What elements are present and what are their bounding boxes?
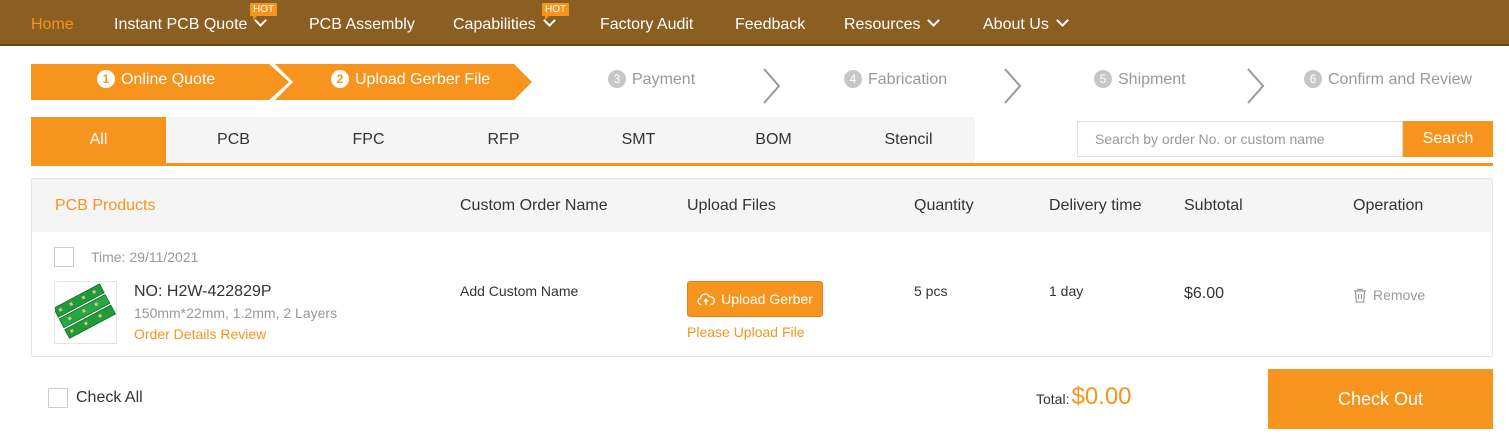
nav-home-label: Home: [31, 16, 74, 33]
add-custom-name-link[interactable]: Add Custom Name: [460, 283, 578, 299]
chevron-right-icon: [763, 68, 781, 104]
check-out-button[interactable]: Check Out: [1268, 369, 1493, 429]
order-number: NO: H2W-422829P: [134, 283, 272, 300]
tab-bom[interactable]: BOM: [706, 117, 841, 163]
nav-resources[interactable]: Resources: [844, 0, 941, 46]
nav-instant-pcb-quote[interactable]: Instant PCB Quote: [114, 0, 268, 46]
step-fabrication: 4 Fabrication: [844, 60, 947, 100]
top-navigation: Home Instant PCB Quote HOT PCB Assembly …: [0, 0, 1509, 46]
step-label: Online Quote: [121, 71, 216, 88]
cloud-upload-icon: [697, 293, 715, 306]
header-custom-order-name: Custom Order Name: [460, 197, 608, 214]
chevron-right-icon: [1004, 68, 1022, 104]
step-number: 6: [1304, 70, 1322, 88]
nav-feedback-label: Feedback: [735, 16, 806, 33]
nav-pcb-assembly-label: PCB Assembly: [309, 16, 415, 33]
order-subtotal: $6.00: [1184, 285, 1225, 302]
tab-all[interactable]: All: [31, 117, 166, 163]
step-number: 2: [331, 70, 349, 88]
step-number: 3: [608, 70, 626, 88]
tab-smt[interactable]: SMT: [571, 117, 706, 163]
step-label: Shipment: [1118, 71, 1186, 88]
total-label: Total:: [1036, 391, 1070, 407]
order-progress-steps: 1 Online Quote 2 Upload Gerber File 3 Payme…: [0, 60, 1509, 104]
row-checkbox[interactable]: [54, 247, 74, 267]
tab-fpc[interactable]: FPC: [301, 117, 436, 163]
chevron-down-icon: [927, 14, 941, 27]
header-quantity: Quantity: [914, 197, 974, 214]
check-all-checkbox[interactable]: [48, 388, 68, 408]
remove-label: Remove: [1373, 287, 1426, 303]
step-number: 1: [97, 70, 115, 88]
upload-gerber-button[interactable]: Upload Gerber: [687, 281, 823, 317]
header-upload-files: Upload Files: [687, 197, 776, 214]
step-label: Upload Gerber File: [355, 71, 491, 88]
search-button[interactable]: Search: [1403, 121, 1493, 157]
nav-feedback[interactable]: Feedback: [735, 0, 805, 46]
trash-icon: [1354, 288, 1366, 303]
hot-badge: HOT: [542, 3, 570, 20]
nav-factory-audit[interactable]: Factory Audit: [600, 0, 693, 46]
step-label: Payment: [632, 71, 696, 88]
search-input[interactable]: [1077, 121, 1403, 157]
tab-pcb[interactable]: PCB: [166, 117, 301, 163]
nav-instant-pcb-quote-label: Instant PCB Quote: [114, 16, 248, 33]
upload-hint: Please Upload File: [687, 324, 805, 340]
check-all[interactable]: Check All: [48, 388, 143, 408]
nav-about-us-label: About Us: [983, 16, 1049, 33]
step-upload-gerber: 2 Upload Gerber File: [331, 60, 490, 100]
step-confirm-review: 6 Confirm and Review: [1304, 60, 1472, 100]
step-shipment: 5 Shipment: [1094, 60, 1186, 100]
nav-about-us[interactable]: About Us: [983, 0, 1069, 46]
order-quantity: 5 pcs: [914, 283, 948, 299]
nav-factory-audit-label: Factory Audit: [600, 16, 694, 33]
upload-gerber-label: Upload Gerber: [721, 291, 813, 307]
total-value: $0.00: [1071, 383, 1132, 410]
step-label: Fabrication: [868, 71, 948, 88]
check-all-label: Check All: [76, 389, 143, 406]
tab-rfp[interactable]: RFP: [436, 117, 571, 163]
tab-underline: [31, 163, 1493, 166]
step-online-quote: 1 Online Quote: [97, 60, 215, 100]
order-total: Total:$0.00: [1036, 383, 1132, 411]
header-pcb-products: PCB Products: [55, 197, 156, 214]
header-operation: Operation: [1353, 197, 1424, 214]
nav-home[interactable]: Home: [31, 0, 74, 46]
nav-resources-label: Resources: [844, 16, 921, 33]
step-number: 4: [844, 70, 862, 88]
order-details-link[interactable]: Order Details Review: [134, 326, 266, 342]
step-number: 5: [1094, 70, 1112, 88]
step-label: Confirm and Review: [1328, 71, 1473, 88]
hot-badge: HOT: [250, 3, 278, 20]
table-header: PCB Products Custom Order Name Upload Fi…: [32, 179, 1492, 232]
order-time: Time: 29/11/2021: [91, 249, 199, 265]
remove-button[interactable]: Remove: [1353, 287, 1425, 303]
tab-stencil[interactable]: Stencil: [841, 117, 976, 163]
chevron-down-icon: [1055, 14, 1069, 27]
order-table: PCB Products Custom Order Name Upload Fi…: [31, 178, 1493, 357]
step-payment: 3 Payment: [608, 60, 695, 100]
nav-capabilities[interactable]: Capabilities: [453, 0, 556, 46]
order-specs: 150mm*22mm, 1.2mm, 2 Layers: [134, 305, 338, 321]
pcb-thumbnail: [53, 281, 117, 344]
nav-pcb-assembly[interactable]: PCB Assembly: [309, 0, 415, 46]
product-type-tabs: All PCB FPC RFP SMT BOM Stencil: [31, 117, 975, 163]
header-delivery-time: Delivery time: [1049, 197, 1142, 214]
order-delivery-time: 1 day: [1049, 283, 1084, 299]
header-subtotal: Subtotal: [1184, 197, 1243, 214]
nav-capabilities-label: Capabilities: [453, 16, 536, 33]
chevron-right-icon: [1247, 68, 1265, 104]
